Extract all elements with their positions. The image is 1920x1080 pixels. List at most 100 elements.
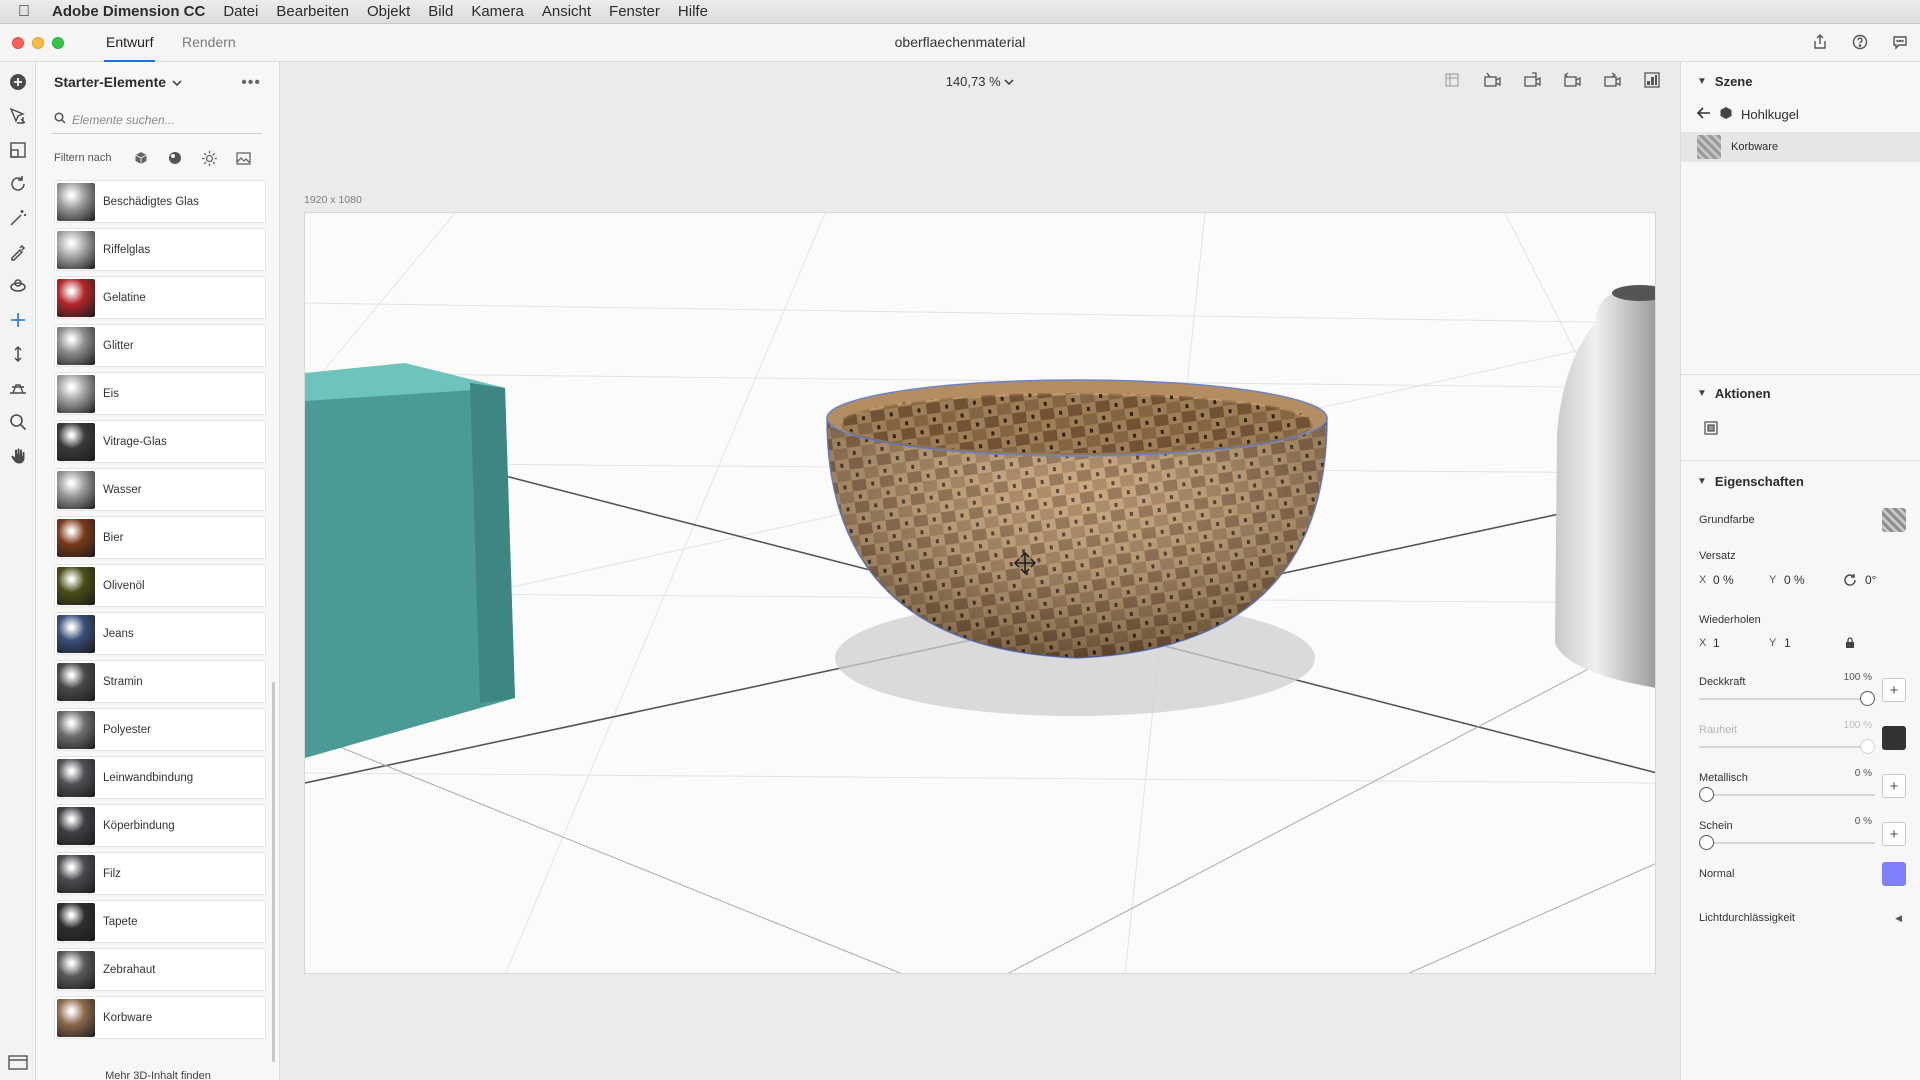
asset-item[interactable]: Filz	[54, 852, 266, 895]
chevron-left-icon[interactable]: ◀	[1895, 913, 1902, 924]
roughness-texture-swatch[interactable]	[1882, 726, 1906, 750]
arrow-left-icon[interactable]	[1696, 107, 1711, 122]
asset-item[interactable]: Leinwandbindung	[54, 756, 266, 799]
zoom-tool-icon[interactable]	[6, 410, 30, 434]
filter-lights-icon[interactable]	[201, 150, 217, 166]
menu-kamera[interactable]: Kamera	[471, 3, 524, 20]
filter-materials-icon[interactable]	[167, 150, 183, 166]
scene-parent-label: Hohlkugel	[1741, 107, 1799, 122]
select-move-tool-icon[interactable]	[6, 104, 30, 128]
orbit-camera-icon[interactable]	[6, 274, 30, 298]
repeat-y-input[interactable]: 1	[1784, 636, 1791, 650]
find-more-content-link[interactable]: Mehr 3D-Inhalt finden	[36, 1070, 280, 1080]
asset-item[interactable]: Stramin	[54, 660, 266, 703]
scene-child-item[interactable]: Korbware	[1681, 132, 1920, 162]
slider-knob[interactable]	[1860, 691, 1875, 706]
asset-item[interactable]: Zebrahaut	[54, 948, 266, 991]
asset-item[interactable]: Beschädigtes Glas	[54, 180, 266, 223]
repeat-x-input[interactable]: 1	[1713, 636, 1720, 650]
scale-tool-icon[interactable]	[6, 138, 30, 162]
libraries-panel-icon[interactable]	[6, 1052, 30, 1072]
assets-scrollbar[interactable]	[272, 682, 275, 1062]
chevron-down-icon: ▼	[1697, 76, 1707, 87]
slider-knob[interactable]	[1699, 835, 1714, 850]
asset-item[interactable]: Polyester	[54, 708, 266, 751]
asset-item[interactable]: Tapete	[54, 900, 266, 943]
glow-add-texture-button[interactable]: +	[1882, 822, 1906, 846]
render-preview-icon[interactable]	[1642, 70, 1662, 90]
more-options-icon[interactable]: •••	[241, 74, 261, 92]
rotation-input[interactable]: 0°	[1865, 573, 1876, 587]
asset-item[interactable]: Glitter	[54, 324, 266, 367]
metallic-slider[interactable]	[1699, 787, 1875, 802]
asset-item[interactable]: Gelatine	[54, 276, 266, 319]
camera-redo-icon[interactable]	[1602, 70, 1622, 90]
normal-map-swatch[interactable]	[1882, 862, 1906, 886]
asset-item[interactable]: Riffelglas	[54, 228, 266, 271]
action-edit-texture-icon[interactable]	[1703, 420, 1719, 439]
asset-label: Köperbindung	[103, 819, 175, 832]
asset-item[interactable]: Bier	[54, 516, 266, 559]
asset-item[interactable]: Olivenöl	[54, 564, 266, 607]
horizon-tool-icon[interactable]	[6, 376, 30, 400]
material-thumbnail	[57, 854, 95, 893]
pan-camera-icon[interactable]	[6, 308, 30, 332]
feedback-icon[interactable]	[1890, 32, 1910, 52]
asset-item[interactable]: Eis	[54, 372, 266, 415]
properties-section-header[interactable]: ▼ Eigenschaften	[1697, 474, 1804, 489]
dolly-camera-icon[interactable]	[6, 342, 30, 366]
apple-icon[interactable]: 	[18, 3, 36, 21]
camera-undo-icon[interactable]	[1562, 70, 1582, 90]
actions-section-header[interactable]: ▼ Aktionen	[1697, 386, 1771, 401]
asset-item[interactable]: Jeans	[54, 612, 266, 655]
menu-ansicht[interactable]: Ansicht	[542, 3, 591, 20]
roughness-value: 100 %	[1843, 720, 1872, 731]
search-icon	[54, 112, 66, 127]
asset-item[interactable]: Wasser	[54, 468, 266, 511]
add-content-icon[interactable]	[6, 70, 30, 94]
rotate-tool-icon[interactable]	[6, 172, 30, 196]
material-thumbnail	[57, 518, 95, 557]
scene-section-header[interactable]: ▼ Szene	[1697, 74, 1752, 89]
translucency-label[interactable]: Lichtdurchlässigkeit	[1699, 912, 1795, 924]
base-color-texture-swatch[interactable]	[1882, 508, 1906, 532]
opacity-add-texture-button[interactable]: +	[1882, 678, 1906, 702]
3d-canvas[interactable]	[304, 212, 1656, 974]
magic-wand-icon[interactable]	[6, 206, 30, 230]
frame-tool-icon[interactable]	[1442, 70, 1462, 90]
assets-panel-title: Starter-Elemente	[54, 74, 167, 90]
scene-parent-item[interactable]: Hohlkugel	[1696, 106, 1799, 123]
menu-bild[interactable]: Bild	[428, 3, 453, 20]
filter-images-icon[interactable]	[235, 150, 251, 166]
slider-knob	[1860, 739, 1875, 754]
glow-slider[interactable]	[1699, 835, 1875, 850]
offset-x-input[interactable]: 0 %	[1713, 573, 1734, 587]
slider-knob[interactable]	[1699, 787, 1714, 802]
filter-models-icon[interactable]	[133, 150, 149, 166]
help-icon[interactable]	[1850, 32, 1870, 52]
asset-item[interactable]: Korbware	[54, 996, 266, 1039]
material-thumbnail	[57, 374, 95, 413]
asset-label: Gelatine	[103, 291, 146, 304]
camera-bookmark-icon[interactable]	[1482, 70, 1502, 90]
menu-datei[interactable]: Datei	[223, 3, 258, 20]
share-icon[interactable]	[1810, 32, 1830, 52]
asset-item[interactable]: Vitrage-Glas	[54, 420, 266, 463]
menu-hilfe[interactable]: Hilfe	[678, 3, 708, 20]
asset-item[interactable]: Köperbindung	[54, 804, 266, 847]
eyedropper-icon[interactable]	[6, 240, 30, 264]
asset-label: Filz	[103, 867, 121, 880]
assets-panel: Starter-Elemente ••• Filtern nach	[36, 62, 280, 1080]
lock-icon[interactable]	[1845, 637, 1855, 652]
opacity-slider[interactable]	[1699, 691, 1875, 706]
menu-bearbeiten[interactable]: Bearbeiten	[276, 3, 349, 20]
menu-fenster[interactable]: Fenster	[609, 3, 660, 20]
offset-y-input[interactable]: 0 %	[1784, 573, 1805, 587]
asset-search-input[interactable]	[72, 112, 252, 127]
assets-panel-header[interactable]: Starter-Elemente	[54, 74, 182, 90]
menu-objekt[interactable]: Objekt	[367, 3, 410, 20]
camera-view-icon[interactable]	[1522, 70, 1542, 90]
metallic-add-texture-button[interactable]: +	[1882, 774, 1906, 798]
hand-tool-icon[interactable]	[6, 444, 30, 468]
app-name-menu[interactable]: Adobe Dimension CC	[52, 3, 205, 20]
